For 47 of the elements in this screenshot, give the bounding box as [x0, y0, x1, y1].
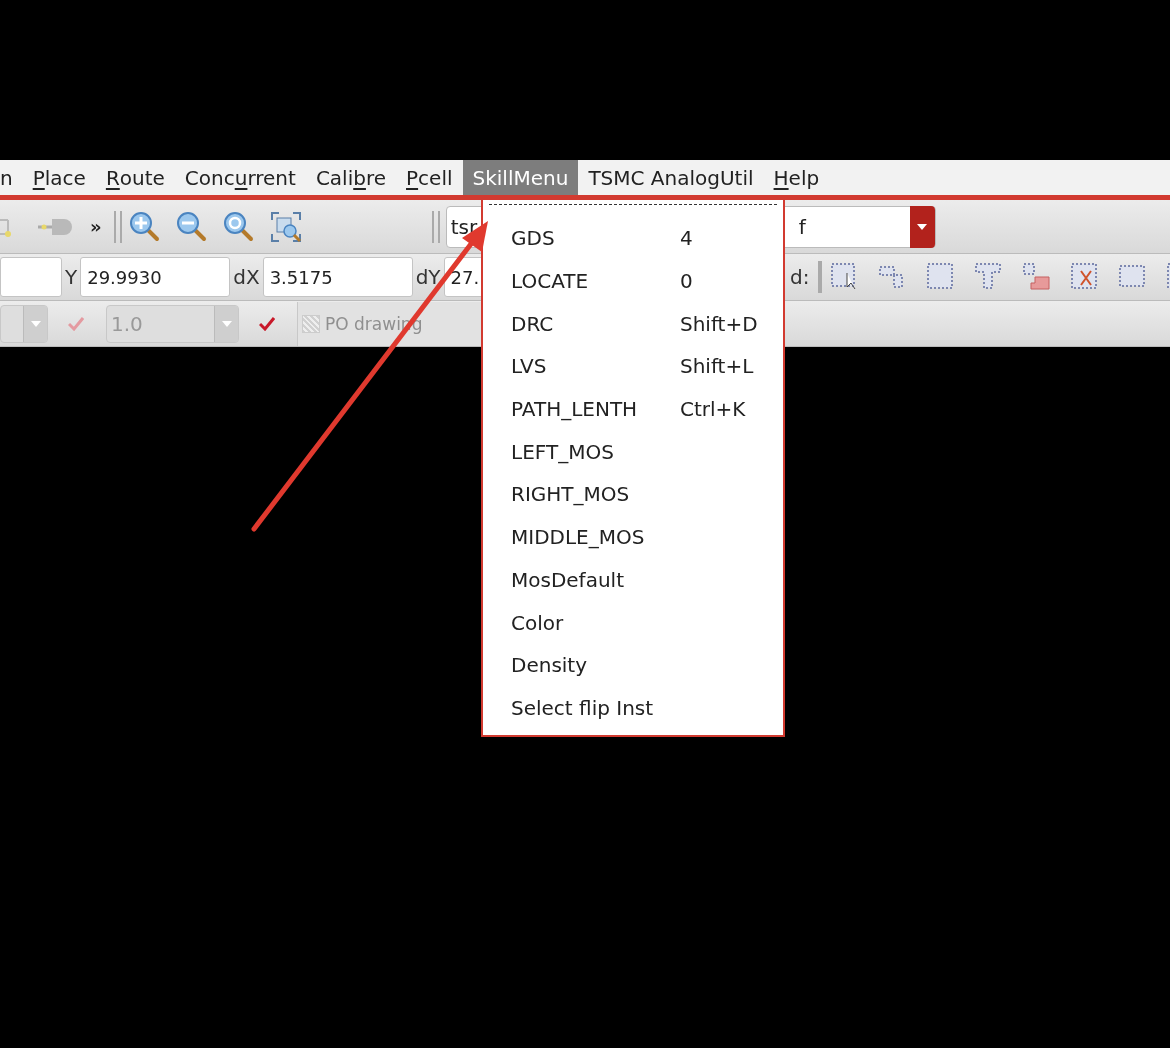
menu-item[interactable]: Pcell — [396, 160, 463, 195]
menu-item[interactable]: Place — [22, 160, 96, 195]
menu-entry[interactable]: RIGHT_MOS — [511, 482, 680, 507]
menu-entry[interactable]: Color — [511, 610, 680, 635]
toolbar-grip[interactable] — [431, 210, 440, 243]
coordinate-field[interactable]: 29.9930 — [80, 257, 231, 297]
snap-label: d: — [789, 265, 811, 289]
menu-shortcut: Shift+D — [680, 311, 759, 336]
menu-entry[interactable]: PATH_LENTH — [511, 397, 680, 422]
menu-item[interactable]: Help — [763, 160, 830, 195]
coordinate-label: Y — [64, 265, 79, 289]
menu-item[interactable]: Calibre — [305, 160, 397, 195]
caret-icon — [221, 320, 232, 327]
menu-entry[interactable]: GDS — [511, 226, 680, 251]
menu-shortcut: 0 — [680, 269, 694, 294]
coordinate-field[interactable]: 3.5175 — [262, 257, 413, 297]
menu-entry[interactable]: Select flip Inst — [511, 695, 680, 720]
toolbar-grip[interactable] — [113, 210, 122, 243]
toolbar-grip[interactable] — [818, 261, 823, 293]
menu-entry[interactable]: MIDDLE_MOS — [511, 525, 680, 550]
menu-shortcut: Shift+L — [680, 354, 755, 379]
caret-icon — [917, 223, 928, 230]
menu-item[interactable]: Route — [95, 160, 175, 195]
menu-shortcut: 4 — [680, 226, 694, 251]
zoom-box-icon[interactable] — [269, 210, 302, 243]
layer-swatch-icon — [302, 314, 320, 333]
menu-item[interactable]: SkillMenu — [462, 160, 579, 195]
menu-entry[interactable]: LVS — [511, 354, 680, 379]
menu-entry[interactable]: LOCATE — [511, 269, 680, 294]
menu-entry[interactable]: Density — [511, 653, 680, 678]
coordinate-label: dY — [414, 265, 442, 289]
menu-entry[interactable]: MosDefault — [511, 567, 680, 592]
menu-shortcut: Ctrl+K — [680, 397, 747, 422]
overflow-button[interactable]: » — [90, 216, 102, 237]
zoom-in-icon[interactable] — [128, 210, 161, 243]
menu-item[interactable]: TSMC AnalogUtil — [578, 160, 764, 195]
menu-item[interactable]: n — [0, 160, 23, 195]
zoom-out-icon[interactable] — [175, 210, 208, 243]
menu-entry[interactable]: LEFT_MOS — [511, 439, 680, 464]
checkmark-icon[interactable] — [259, 316, 275, 331]
coordinate-label: dX — [232, 265, 261, 289]
menu-item[interactable]: Concurrent — [174, 160, 306, 195]
x-field[interactable] — [0, 257, 62, 297]
tear-off-line[interactable] — [489, 204, 777, 205]
caret-icon — [30, 320, 41, 327]
menu-entry[interactable]: DRC — [511, 311, 680, 336]
zoom-fit-icon[interactable] — [222, 210, 255, 243]
